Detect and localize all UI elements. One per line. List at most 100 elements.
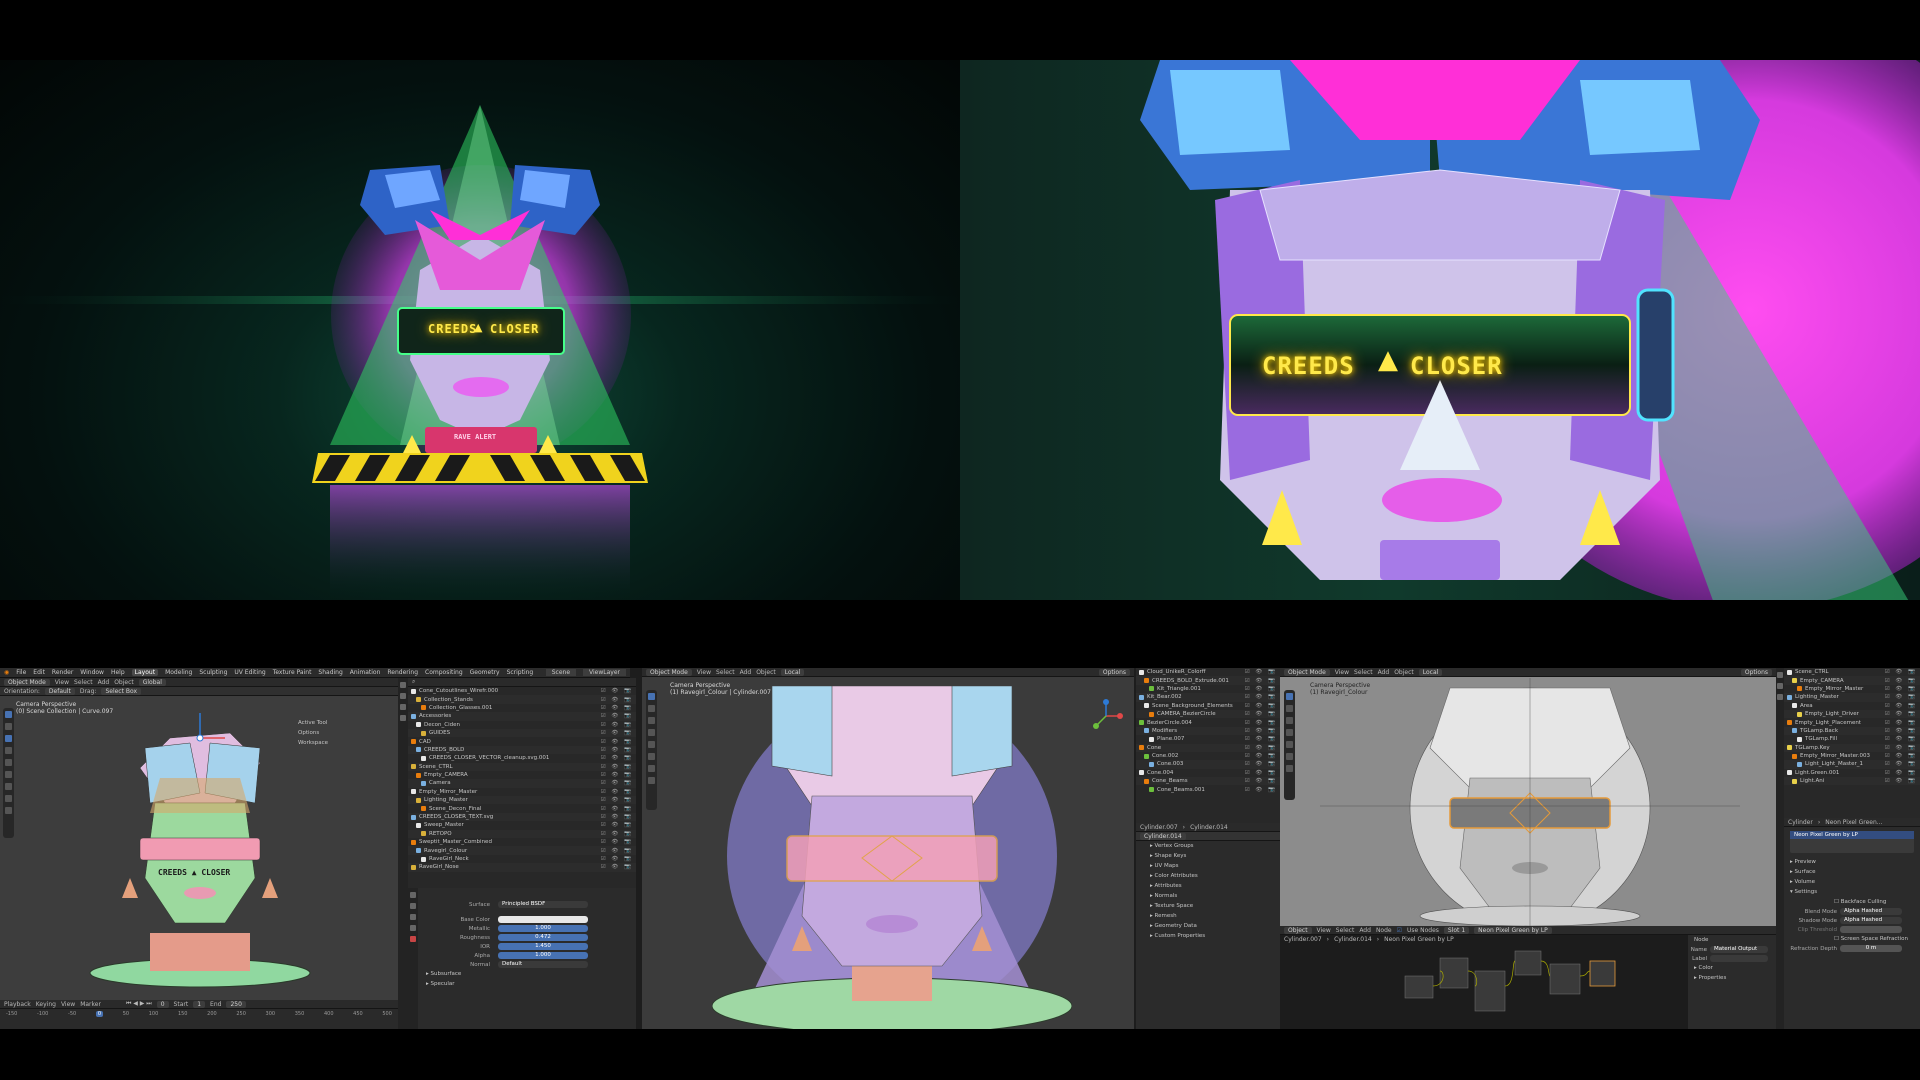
outliner-item[interactable]: Scene_CTRL ☑ 👁 📷 [1784,668,1920,676]
visibility-toggle-icon[interactable]: ☑ 👁 📷 [601,739,633,745]
viewport-3-menu-object[interactable]: Object [1394,669,1414,676]
viewport-2-menu-object[interactable]: Object [756,669,776,676]
visibility-toggle-icon[interactable]: ☑ 👁 📷 [601,864,633,870]
modifier-props-icon[interactable] [410,925,416,931]
visibility-toggle-icon[interactable]: ☑ 👁 📷 [601,789,633,795]
scale-tool-icon[interactable] [1286,741,1293,748]
outliner-item[interactable]: Light.Green.001 ☑ 👁 📷 [1784,769,1920,777]
outliner-item[interactable]: Modifiers ☑ 👁 📷 [1136,726,1280,736]
outliner-item[interactable]: TGLamp.Fill ☑ 👁 📷 [1784,735,1920,743]
add-cube-tool-icon[interactable] [5,807,12,814]
outliner-item[interactable]: Scene_Decon_Final ☑ 👁 📷 [408,804,636,812]
outliner-item[interactable]: Ravegirl_Colour ☑ 👁 📷 [408,846,636,855]
workspace-tab-scripting[interactable]: Scripting [507,669,534,676]
properties-editor-1[interactable]: Surface Principled BSDF Base Color Metal… [408,888,636,1029]
node-menu-select[interactable]: Select [1336,927,1355,934]
outliner-item[interactable]: BezierCircle.004 ☑ 👁 📷 [1136,718,1280,726]
menu-window[interactable]: Window [80,669,104,676]
viewport-2-menu-view[interactable]: View [697,669,711,676]
visibility-toggle-icon[interactable]: ☑ 👁 📷 [1885,736,1917,742]
outliner-item[interactable]: Collection_Glasses.001 ☑ 👁 📷 [408,704,636,712]
viewport-2-menu-add[interactable]: Add [740,669,752,676]
outliner-item[interactable]: Cone_Beams.001 ☑ 👁 📷 [1136,785,1280,793]
play-controls-icon[interactable]: ⏮ ◀ ▶ ⏭ [126,1000,152,1008]
visibility-toggle-icon[interactable]: ☑ 👁 📷 [1885,778,1917,784]
visibility-toggle-icon[interactable]: ☑ 👁 📷 [601,713,633,719]
outliner-item[interactable]: CAD ☑ 👁 📷 [408,737,636,745]
move-tool-icon[interactable] [1286,717,1293,724]
outliner-item[interactable]: Cone ☑ 👁 📷 [1136,743,1280,752]
node-menu-node[interactable]: Node [1376,927,1392,934]
normal-dropdown[interactable]: Default [498,961,588,968]
outliner-item[interactable]: Empty_Mirror_Master ☑ 👁 📷 [408,788,636,796]
visibility-toggle-icon[interactable]: ☑ 👁 📷 [1885,669,1917,675]
visibility-toggle-icon[interactable]: ☑ 👁 📷 [1885,703,1917,709]
material-section-settings[interactable]: ▾ Settings [1784,887,1920,897]
outliner-item[interactable]: Cone.004 ☑ 👁 📷 [1136,769,1280,777]
outliner-item[interactable]: Cloud_UnikeR_Colorff ☑ 👁 📷 [1136,668,1280,676]
tab-icon[interactable] [1777,683,1783,689]
roughness-slider[interactable]: 0.472 [498,934,588,941]
render-props-icon[interactable] [410,892,416,898]
outliner-item[interactable]: Plane.007 ☑ 👁 📷 [1136,735,1280,743]
scale-tool-icon[interactable] [648,741,655,748]
section-subsurface[interactable]: ▸ Subsurface [420,969,636,979]
tab-icon[interactable] [1777,694,1783,700]
end-frame-field[interactable]: 250 [226,1000,246,1008]
outliner-item[interactable]: Empty_CAMERA ☑ 👁 📷 [1784,676,1920,685]
node-menu-add[interactable]: Add [1359,927,1371,934]
outliner-item[interactable]: Kit_Triangle.001 ☑ 👁 📷 [1136,685,1280,693]
transform-tool-icon[interactable] [1286,753,1293,760]
alpha-slider[interactable]: 1.000 [498,952,588,959]
viewport-1-menu-add[interactable]: Add [98,679,110,686]
visibility-toggle-icon[interactable]: ☑ 👁 📷 [1245,753,1277,759]
visibility-toggle-icon[interactable]: ☑ 👁 📷 [1245,745,1277,751]
outliner-item[interactable]: CREEDS_CLOSER_TEXT.svg ☑ 👁 📷 [408,812,636,822]
outliner-item[interactable]: Collection_Stands ☑ 👁 📷 [408,695,636,704]
workspace-tab-shading[interactable]: Shading [318,669,342,676]
viewport-2-mode-dropdown[interactable]: Object Mode [646,668,692,676]
object-props-icon[interactable] [410,914,416,920]
metallic-slider[interactable]: 1.000 [498,925,588,932]
visibility-toggle-icon[interactable]: ☑ 👁 📷 [1885,745,1917,751]
outliner-item[interactable]: RaveGirl_Neck ☑ 👁 📷 [408,855,636,863]
cursor-tool-icon[interactable] [5,723,12,730]
outliner-item[interactable]: RaveGirl_Nose ☑ 👁 📷 [408,863,636,872]
material-properties[interactable]: Cylinder › Neon Pixel Green... Neon Pixe… [1784,818,1920,1029]
outliner-item[interactable]: Cone.002 ☑ 👁 📷 [1136,752,1280,760]
outliner-item[interactable]: Cone.003 ☑ 👁 📷 [1136,760,1280,769]
blend-mode-dropdown[interactable]: Alpha Hashed [1840,908,1902,915]
viewport-3-menu-select[interactable]: Select [1354,669,1373,676]
outliner-item[interactable]: Accessories ☑ 👁 📷 [408,712,636,721]
annotate-tool-icon[interactable] [1286,765,1293,772]
viewport-2-menu-select[interactable]: Select [716,669,735,676]
mesh-props-section[interactable]: ▸ UV Maps [1144,861,1280,871]
outliner-item[interactable]: Scene_CTRL ☑ 👁 📷 [408,762,636,771]
visibility-toggle-icon[interactable]: ☑ 👁 📷 [601,848,633,854]
visibility-toggle-icon[interactable]: ☑ 👁 📷 [1245,678,1277,684]
outliner-item[interactable]: Camera ☑ 👁 📷 [408,779,636,788]
orientation-dropdown[interactable]: Default [44,687,75,695]
tab-icon[interactable] [400,715,406,721]
select-box-tool-icon[interactable] [1286,693,1293,700]
timeline-editor[interactable]: Playback Keying View Marker ⏮ ◀ ▶ ⏭ 0 St… [0,1000,398,1029]
node-menu-view[interactable]: View [1317,927,1331,934]
visibility-toggle-icon[interactable]: ☑ 👁 📷 [601,797,633,803]
material-section-preview[interactable]: ▸ Preview [1784,857,1920,867]
viewport-2-options[interactable]: Options [1098,668,1130,676]
material-slot-dropdown[interactable]: Slot 1 [1443,926,1470,934]
outliner-item[interactable]: Area ☑ 👁 📷 [1784,702,1920,710]
node-panel-title[interactable]: Node [1688,935,1776,945]
outliner-item[interactable]: Light.Ani ☑ 👁 📷 [1784,777,1920,786]
viewport-2-transform-orientation[interactable]: Local [780,668,805,676]
rotate-tool-icon[interactable] [5,747,12,754]
measure-tool-icon[interactable] [5,795,12,802]
backface-culling-row[interactable]: ☐ Backface Culling [1784,897,1920,907]
node-editor-object-dropdown[interactable]: Object [1284,926,1312,934]
node-name-field[interactable]: Material Output [1710,946,1768,953]
visibility-toggle-icon[interactable]: ☑ 👁 📷 [601,764,633,770]
workspace-tab-uv-editing[interactable]: UV Editing [234,669,265,676]
workspace-tab-modeling[interactable]: Modeling [165,669,192,676]
outliner-item[interactable]: Empty_Light_Driver ☑ 👁 📷 [1784,709,1920,719]
output-props-icon[interactable] [410,903,416,909]
